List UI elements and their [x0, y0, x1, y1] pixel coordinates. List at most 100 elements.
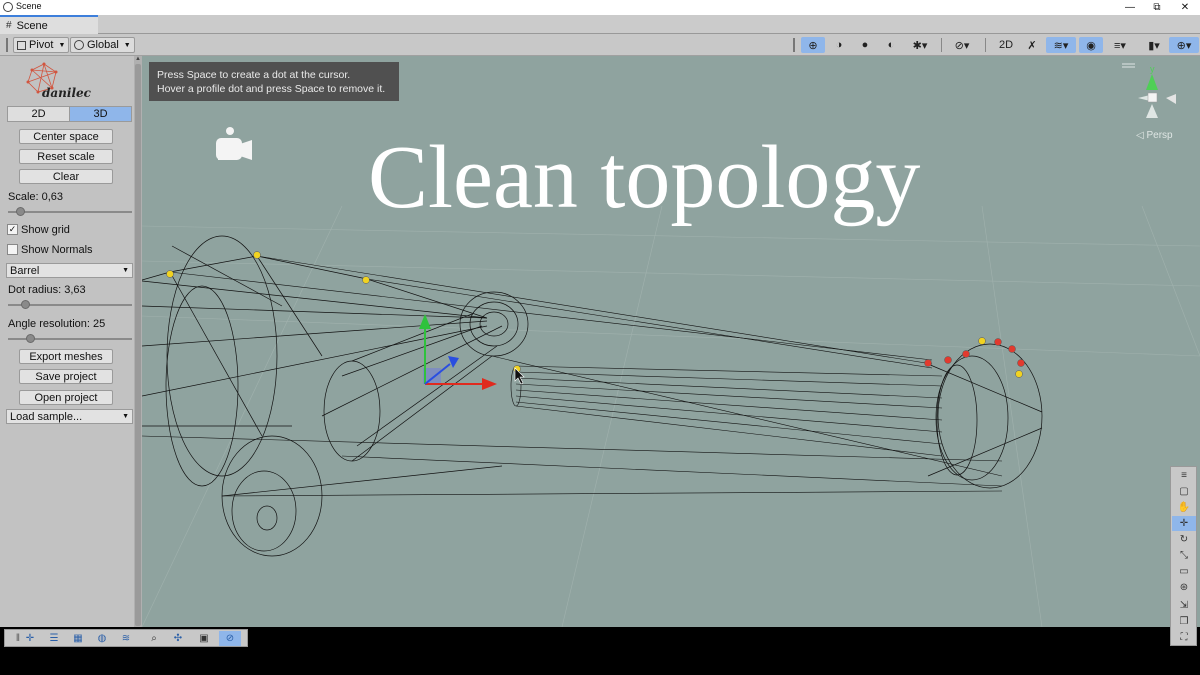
minimize-icon[interactable]: —	[1115, 0, 1145, 15]
scene-viewport[interactable]: y Press Space to create a dot at the cur…	[142, 56, 1200, 627]
solid-sphere-icon[interactable]: ●	[853, 37, 877, 53]
align-icon[interactable]: ☰	[43, 631, 65, 646]
open-project-button[interactable]: Open project	[19, 390, 113, 405]
logo-text: danilec	[42, 86, 91, 100]
gizmo-center-cube	[1147, 92, 1158, 103]
small-wheel-top	[459, 291, 529, 357]
hand-tool-icon[interactable]: ✋	[1172, 500, 1196, 515]
close-icon[interactable]: ✕	[1170, 0, 1200, 15]
tab-scene-label: Scene	[16, 19, 48, 32]
dot-radius-label: Dot radius: 3,63	[8, 284, 86, 296]
pivot-label: Pivot	[29, 39, 54, 51]
move-handle-icon[interactable]: ✛	[19, 631, 41, 646]
scale-slider-knob[interactable]	[16, 207, 26, 216]
global-dropdown[interactable]: Global ▼	[70, 37, 135, 53]
rect-tool-icon[interactable]: ▭	[1172, 564, 1196, 579]
show-grid-checkbox[interactable]: ✓	[7, 224, 18, 235]
pivot-dropdown[interactable]: Pivot ▼	[13, 37, 70, 53]
dot-radius-slider[interactable]	[8, 300, 132, 309]
profile-dot-yellow	[362, 276, 370, 284]
toolbar-drag-handle[interactable]	[6, 38, 8, 52]
camera-settings-icon[interactable]: ▮▾	[1139, 37, 1169, 53]
profile-dot-yellow	[166, 270, 174, 278]
transform-tool-icon[interactable]: ⊛	[1172, 580, 1196, 595]
save-project-button[interactable]: Save project	[19, 369, 113, 384]
barrel-end-right	[927, 343, 1043, 489]
center-space-button[interactable]: Center space	[19, 129, 113, 144]
shape-select-value: Barrel	[10, 264, 40, 277]
gizmos-dropdown-icon[interactable]: ⊕▾	[1169, 37, 1199, 53]
angle-resolution-slider[interactable]	[8, 334, 132, 343]
angle-resolution-label: Angle resolution: 25	[8, 318, 106, 330]
show-grid-label: Show grid	[21, 224, 70, 236]
wire-sphere-icon[interactable]: ◐	[879, 37, 903, 53]
move-tool-icon[interactable]: ✛	[1172, 516, 1196, 531]
window-title: Scene	[16, 1, 42, 11]
duplicate-tool-icon[interactable]: ❐	[1172, 614, 1196, 629]
toggle-2d-button[interactable]: 2D	[994, 37, 1018, 53]
draw-mode-icon[interactable]: ⊘▾	[947, 37, 977, 53]
view-camera-icon[interactable]: ▣	[193, 631, 215, 646]
gizmo-y-cone	[1146, 74, 1158, 90]
load-sample-select[interactable]: Load sample... ▼	[6, 409, 133, 424]
globe-view-icon[interactable]: ◍	[91, 631, 113, 646]
snap-tool-icon[interactable]: ⛶	[1172, 630, 1196, 645]
zoom-icon[interactable]: ⌕	[143, 631, 165, 646]
restore-icon[interactable]: ⧉	[1142, 0, 1172, 15]
navigate-icon[interactable]: ⊘	[219, 631, 241, 646]
overlay-title: Clean topology	[368, 128, 921, 227]
profile-dot-red	[962, 350, 970, 358]
view-tool-cube-icon[interactable]: ▢	[1172, 484, 1196, 499]
profile-dot-red	[924, 359, 932, 367]
screen-bottom-bar	[0, 650, 1200, 675]
hint-line-1: Press Space to create a dot at the curso…	[157, 69, 351, 81]
grid-snap-icon[interactable]: ▦	[67, 631, 89, 646]
window-titlebar: Scene — ⧉ ✕	[0, 0, 1200, 15]
gizmo-toggle-icon[interactable]: ⊕	[801, 37, 825, 53]
toolbar-divider	[985, 38, 986, 52]
pan-icon[interactable]: ✣	[167, 631, 189, 646]
scroll-up-icon[interactable]: ▲	[134, 56, 142, 62]
globe-icon	[74, 40, 84, 50]
show-normals-checkbox[interactable]	[7, 244, 18, 255]
visibility-eye-icon[interactable]: ◉	[1079, 37, 1103, 53]
profile-dot-red	[1017, 359, 1025, 367]
mode-2d-button[interactable]: 2D	[7, 106, 70, 122]
debug-bug-icon[interactable]: ✱▾	[905, 37, 935, 53]
stack-icon[interactable]: ≡▾	[1105, 37, 1135, 53]
barrel-wireframe-left	[142, 235, 488, 487]
hint-line-2: Hover a profile dot and press Space to r…	[157, 83, 386, 95]
tool-column-handle-icon[interactable]: ≡	[1172, 468, 1196, 483]
reset-scale-button[interactable]: Reset scale	[19, 149, 113, 164]
export-meshes-button[interactable]: Export meshes	[19, 349, 113, 364]
custom-tool-icon[interactable]: ⇲	[1172, 598, 1196, 613]
scene-hash-icon: #	[6, 20, 12, 31]
profile-dot-red	[994, 338, 1002, 346]
panel-scrollbar[interactable]: ▲	[134, 56, 142, 627]
clear-button[interactable]: Clear	[19, 169, 113, 184]
shape-select[interactable]: Barrel ▼	[6, 263, 133, 278]
mode-3d-button[interactable]: 3D	[69, 106, 132, 122]
layers-icon[interactable]: ≋▾	[1046, 37, 1076, 53]
tab-scene[interactable]: # Scene	[0, 15, 98, 34]
gizmo-z-arrow	[448, 356, 459, 368]
tab-bar: # Scene	[0, 15, 1200, 34]
profile-dot-yellow	[978, 337, 986, 345]
unity-app-icon	[3, 2, 13, 12]
lighting-off-icon[interactable]: ✗	[1020, 37, 1044, 53]
layer-icon[interactable]: ≋	[115, 631, 137, 646]
scale-slider[interactable]	[8, 207, 132, 216]
persp-toggle[interactable]: ◁ Persp	[1136, 130, 1173, 141]
scene-grid	[142, 205, 1200, 627]
connector-cylinder	[321, 313, 503, 462]
scale-tool-icon[interactable]: ⤡	[1172, 548, 1196, 563]
load-sample-value: Load sample...	[10, 410, 83, 423]
orientation-gizmo: y	[1122, 63, 1176, 118]
toolbar-drag-handle-right[interactable]	[793, 38, 795, 52]
dot-radius-slider-knob[interactable]	[21, 300, 31, 309]
shaded-sphere-icon[interactable]: ◑	[827, 37, 851, 53]
rotate-tool-icon[interactable]: ↻	[1172, 532, 1196, 547]
scrollbar-thumb[interactable]	[135, 64, 141, 626]
angle-resolution-slider-knob[interactable]	[26, 334, 36, 343]
toolbar-divider	[941, 38, 942, 52]
